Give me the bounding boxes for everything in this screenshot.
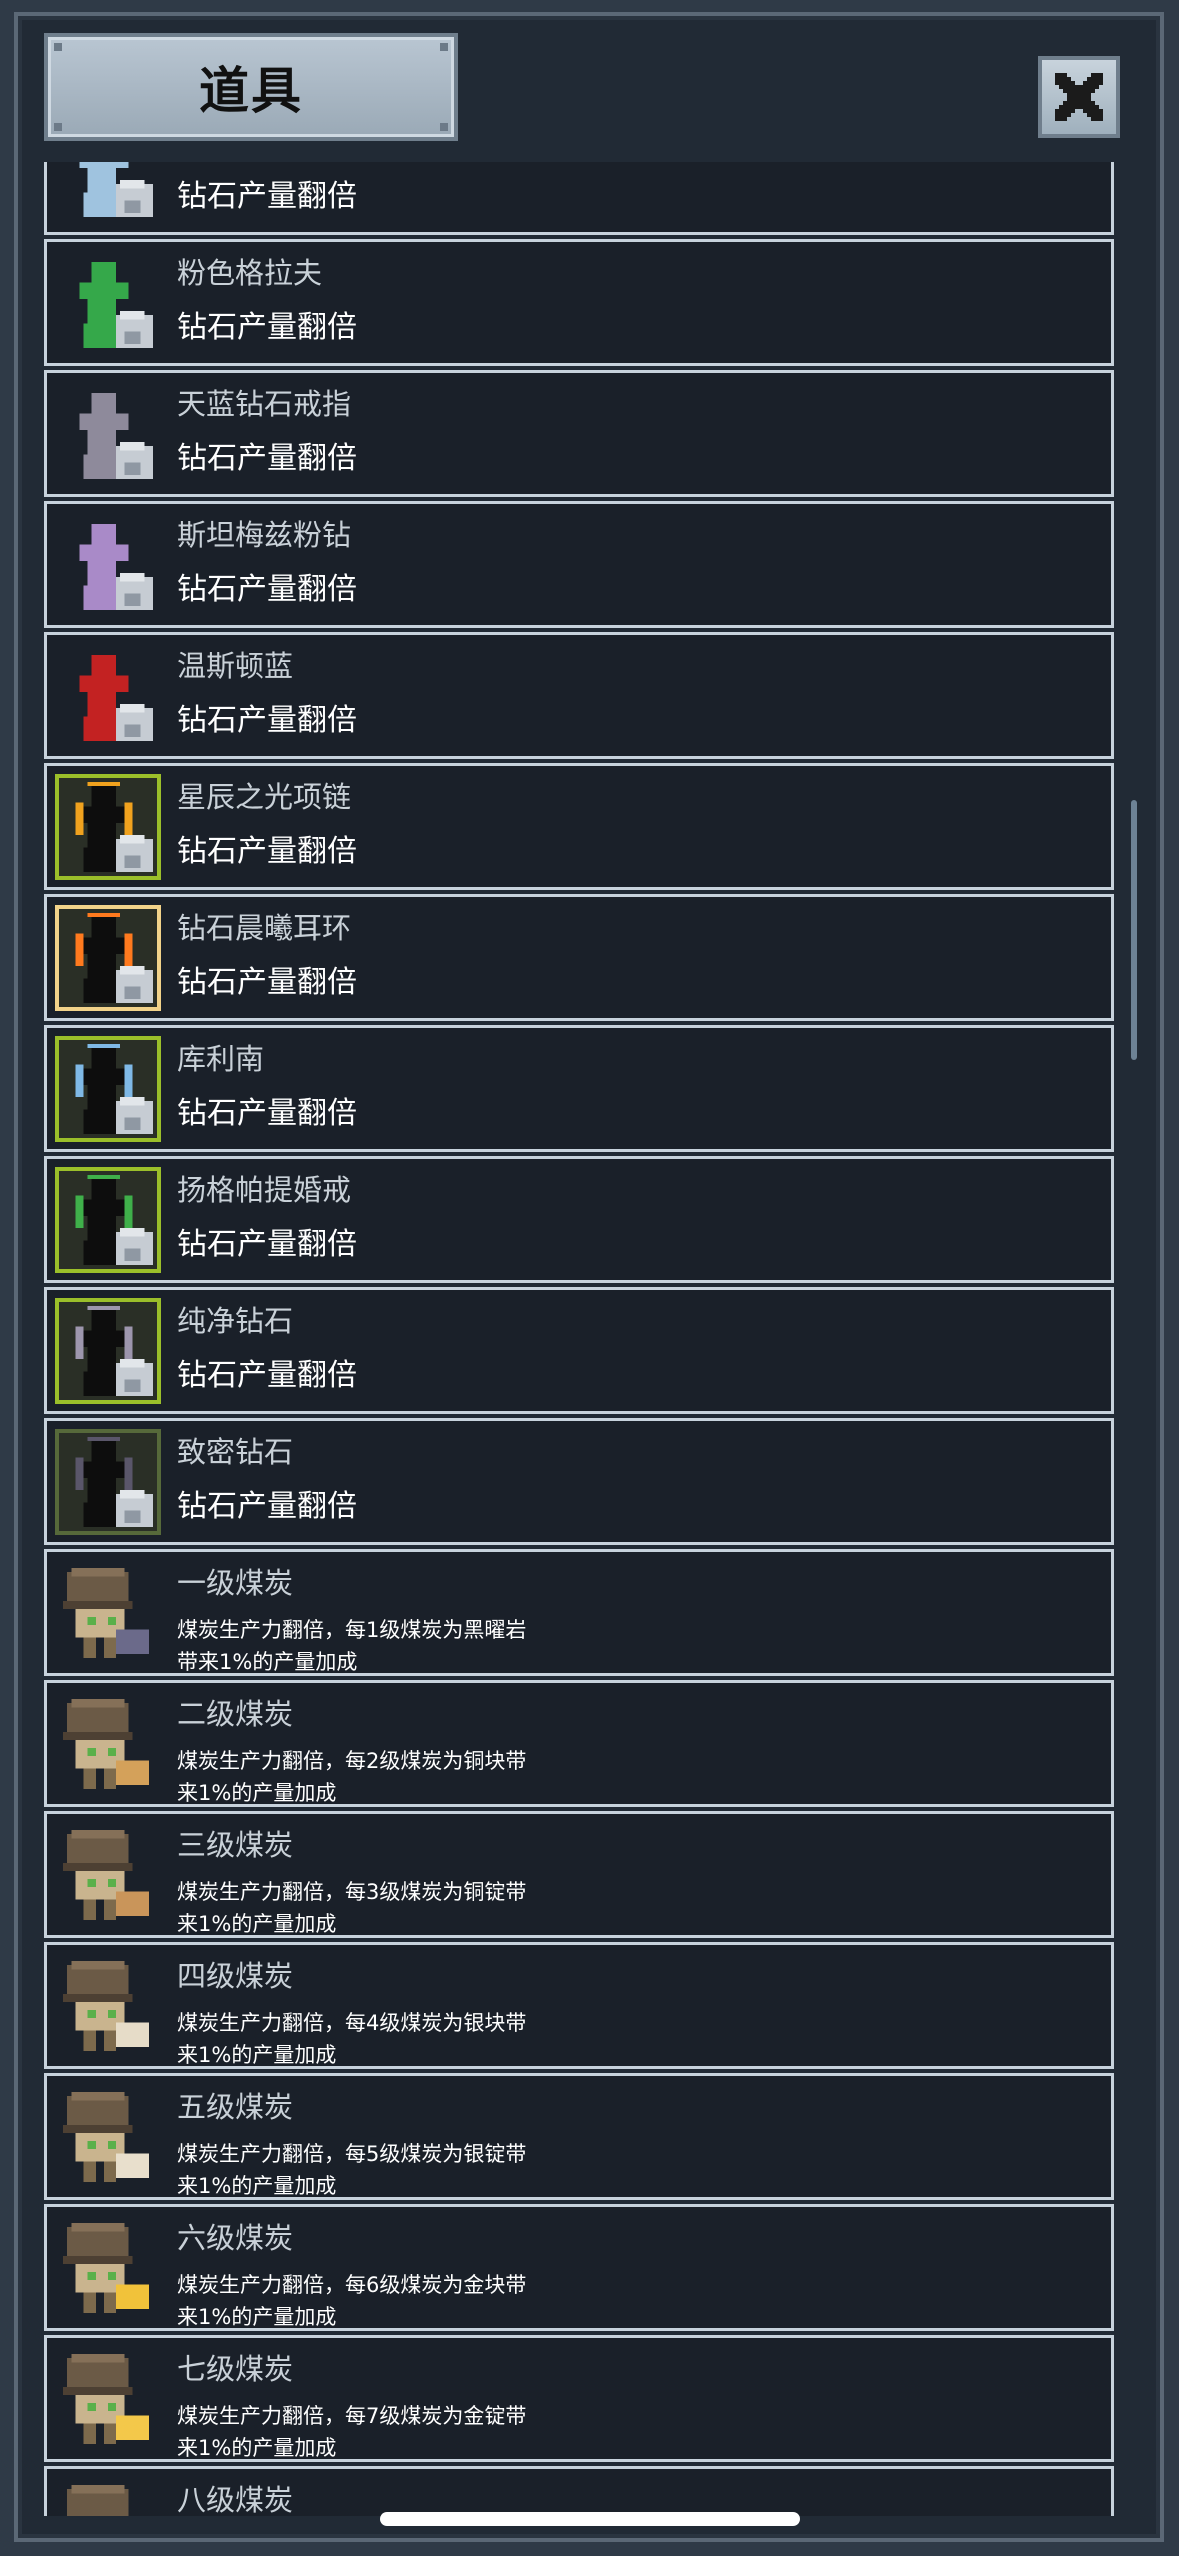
item-name: 六级煤炭 (177, 2221, 294, 2255)
diamond-silhouette-icon (55, 1429, 161, 1535)
item-description: 钻石产量翻倍 (177, 1227, 357, 1262)
page-title: 道具 (199, 62, 303, 120)
item-name: 三级煤炭 (177, 1828, 294, 1862)
item-description: 煤炭生产力翻倍，每1级煤炭为黑曜岩带来1%的产量加成 (177, 1618, 527, 1674)
item-name: 四级煤炭 (177, 1959, 294, 1993)
list-item[interactable]: 三级煤炭煤炭生产力翻倍，每3级煤炭为铜锭带来1%的产量加成 (44, 1811, 1114, 1938)
home-indicator[interactable] (380, 2512, 800, 2526)
item-name: 五级煤炭 (177, 2090, 294, 2124)
item-description: 煤炭生产力翻倍，每5级煤炭为银锭带来1%的产量加成 (177, 2142, 527, 2198)
diamond-silhouette-icon (55, 1298, 161, 1404)
miner-silver-ingot-icon (55, 2084, 161, 2190)
list-item[interactable]: 钻石产量翻倍 (44, 162, 1114, 235)
item-name: 粉色格拉夫 (177, 256, 323, 290)
item-description: 煤炭生产力翻倍，每3级煤炭为铜锭带来1%的产量加成 (177, 1880, 527, 1936)
rivet (54, 123, 62, 131)
list-item[interactable]: 二级煤炭煤炭生产力翻倍，每2级煤炭为铜块带来1%的产量加成 (44, 1680, 1114, 1807)
list-item[interactable]: 七级煤炭煤炭生产力翻倍，每7级煤炭为金锭带来1%的产量加成 (44, 2335, 1114, 2462)
item-description: 煤炭生产力翻倍，每2级煤炭为铜块带来1%的产量加成 (177, 1749, 527, 1805)
diamond-statue-icon (55, 250, 161, 356)
item-name: 二级煤炭 (177, 1697, 294, 1731)
item-description: 钻石产量翻倍 (177, 1096, 357, 1131)
item-description: 钻石产量翻倍 (177, 703, 357, 738)
list-item[interactable]: 一级煤炭煤炭生产力翻倍，每1级煤炭为黑曜岩带来1%的产量加成 (44, 1549, 1114, 1676)
list-item[interactable]: 四级煤炭煤炭生产力翻倍，每4级煤炭为银块带来1%的产量加成 (44, 1942, 1114, 2069)
item-name: 星辰之光项链 (177, 780, 352, 814)
item-description: 钻石产量翻倍 (177, 441, 357, 476)
item-name: 库利南 (177, 1042, 265, 1076)
miner-copper-ingot-icon (55, 1822, 161, 1928)
list-item[interactable]: 八级煤炭 (44, 2466, 1114, 2516)
list-item[interactable]: 五级煤炭煤炭生产力翻倍，每5级煤炭为银锭带来1%的产量加成 (44, 2073, 1114, 2200)
item-list[interactable]: 钻石产量翻倍 粉色格拉夫 钻石产量翻倍 天蓝钻石戒指 钻石产量翻倍 斯坦梅兹粉钻 钻石产量翻… (44, 162, 1114, 2516)
list-item[interactable]: 纯净钻石钻石产量翻倍 (44, 1287, 1114, 1414)
rivet (54, 43, 62, 51)
list-item[interactable]: 库利南 钻石产量翻倍 (44, 1025, 1114, 1152)
item-name: 致密钻石 (177, 1435, 294, 1469)
item-name: 钻石晨曦耳环 (177, 911, 352, 945)
item-description: 煤炭生产力翻倍，每4级煤炭为银块带来1%的产量加成 (177, 2011, 527, 2067)
item-name: 扬格帕提婚戒 (177, 1173, 352, 1207)
close-button[interactable] (1038, 56, 1120, 138)
item-name: 天蓝钻石戒指 (177, 387, 352, 421)
item-name: 斯坦梅兹粉钻 (177, 518, 352, 552)
diamond-statue-icon (55, 643, 161, 749)
rivet (440, 43, 448, 51)
list-item[interactable]: 星辰之光项链 钻石产量翻倍 (44, 763, 1114, 890)
miner-obsidian-icon (55, 1560, 161, 1666)
dialog-title-plate: 道具 (44, 33, 458, 141)
diamond-silhouette-icon (55, 1167, 161, 1273)
item-name: 纯净钻石 (177, 1304, 294, 1338)
list-item[interactable]: 斯坦梅兹粉钻 钻石产量翻倍 (44, 501, 1114, 628)
miner-copper-nugget-icon (55, 1691, 161, 1797)
item-name: 八级煤炭 (177, 2483, 294, 2516)
diamond-statue-icon (55, 162, 161, 225)
close-icon (1055, 73, 1103, 121)
item-description: 钻石产量翻倍 (177, 179, 357, 214)
item-description: 钻石产量翻倍 (177, 572, 357, 607)
item-description: 煤炭生产力翻倍，每7级煤炭为金锭带来1%的产量加成 (177, 2404, 527, 2460)
diamond-silhouette-icon (55, 1036, 161, 1142)
diamond-silhouette-icon (55, 905, 161, 1011)
item-name: 一级煤炭 (177, 1566, 294, 1600)
list-item[interactable]: 致密钻石钻石产量翻倍 (44, 1418, 1114, 1545)
item-description: 钻石产量翻倍 (177, 965, 357, 1000)
miner-gold-nugget-icon (55, 2215, 161, 2321)
item-name: 温斯顿蓝 (177, 649, 294, 683)
list-item[interactable]: 温斯顿蓝钻石产量翻倍 (44, 632, 1114, 759)
list-item[interactable]: 粉色格拉夫钻石产量翻倍 (44, 239, 1114, 366)
item-name: 七级煤炭 (177, 2352, 294, 2386)
list-item[interactable]: 天蓝钻石戒指 钻石产量翻倍 (44, 370, 1114, 497)
diamond-silhouette-icon (55, 774, 161, 880)
miner-silver-nugget-icon (55, 1953, 161, 2059)
list-item[interactable]: 扬格帕提婚戒 钻石产量翻倍 (44, 1156, 1114, 1283)
miner-gold-ingot-icon (55, 2346, 161, 2452)
item-description: 煤炭生产力翻倍，每6级煤炭为金块带来1%的产量加成 (177, 2273, 527, 2329)
item-description: 钻石产量翻倍 (177, 1489, 357, 1524)
list-item[interactable]: 钻石晨曦耳环 钻石产量翻倍 (44, 894, 1114, 1021)
diamond-statue-icon (55, 512, 161, 618)
item-description: 钻石产量翻倍 (177, 1358, 357, 1393)
diamond-statue-icon (55, 381, 161, 487)
rivet (440, 123, 448, 131)
list-item[interactable]: 六级煤炭煤炭生产力翻倍，每6级煤炭为金块带来1%的产量加成 (44, 2204, 1114, 2331)
scrollbar[interactable] (1131, 800, 1137, 1060)
item-description: 钻石产量翻倍 (177, 310, 357, 345)
miner-icon (55, 2477, 161, 2516)
item-description: 钻石产量翻倍 (177, 834, 357, 869)
